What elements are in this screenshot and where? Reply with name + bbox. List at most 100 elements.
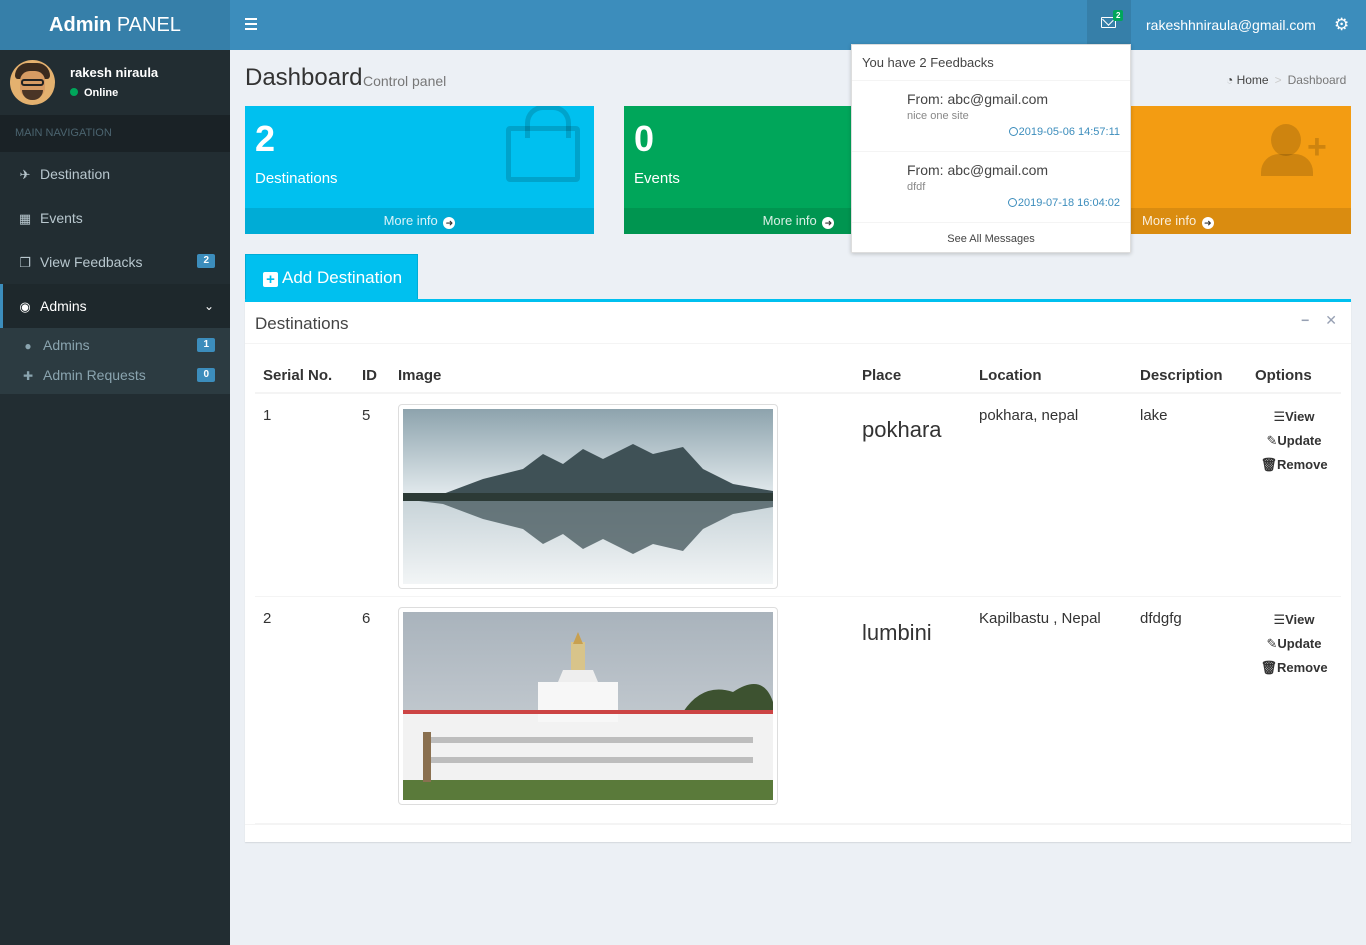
user-plus-icon: + [1261, 124, 1329, 184]
list-icon: ☰ [1273, 409, 1286, 424]
stat-value: 0 [634, 118, 655, 159]
row-options: ☰View ✎Update 🗑Remove [1255, 608, 1333, 680]
cell-id: 5 [354, 393, 390, 597]
feedback-message[interactable]: From: abc@gmail.com dfdf 2019-07-18 16:0… [852, 152, 1130, 223]
sidebar: rakesh niraula Online MAIN NAVIGATION ✈ D… [0, 50, 230, 945]
column-header: Description [1132, 359, 1247, 394]
stat-label: Destinations [255, 170, 338, 187]
destinations-table: Serial No. ID Image Place Location Descr… [255, 359, 1341, 824]
online-dot-icon [70, 88, 78, 96]
clock-icon [1008, 127, 1018, 136]
message-body: dfdf [907, 181, 926, 193]
admins-count-badge: 1 [197, 338, 215, 352]
dashboard-icon: ◔ [1226, 73, 1234, 87]
user-email-menu[interactable]: rakeshhniraula@gmail.com [1146, 0, 1316, 50]
dropdown-header: You have 2 Feedbacks [852, 45, 1130, 81]
update-link[interactable]: ✎Update [1255, 632, 1333, 656]
edit-icon: ✎ [1266, 433, 1278, 448]
plane-icon: ✈ [19, 167, 31, 182]
destination-image [398, 404, 778, 589]
row-options: ☰View ✎Update 🗑Remove [1255, 405, 1333, 477]
trash-icon: 🗑 [1260, 457, 1277, 472]
close-icon[interactable]: ✕ [1325, 312, 1337, 328]
destination-image [398, 606, 778, 805]
update-link[interactable]: ✎Update [1255, 429, 1333, 453]
add-destination-button[interactable]: + Add Destination [245, 254, 418, 300]
cell-serial: 1 [255, 393, 354, 597]
cell-id: 6 [354, 596, 390, 824]
see-all-messages-link[interactable]: See All Messages [852, 223, 1130, 255]
sidebar-subitem-admin-requests[interactable]: ✚ Admin Requests 0 [0, 360, 230, 390]
cell-place: lumbini [862, 619, 932, 645]
user-status: Online [70, 87, 118, 99]
copy-icon: ❐ [19, 255, 31, 270]
collapse-icon[interactable]: − [1301, 312, 1309, 328]
page-title: Dashboard [245, 64, 363, 91]
remove-link[interactable]: 🗑Remove [1255, 656, 1333, 680]
destinations-stat-box: 2 Destinations More info ➜ [245, 106, 594, 234]
message-time: 2019-05-06 14:57:11 [1008, 126, 1120, 138]
breadcrumb-home[interactable]: Home [1237, 73, 1269, 87]
feedbacks-count-badge: 2 [197, 254, 215, 268]
message-time: 2019-07-18 16:04:02 [1007, 197, 1120, 209]
box-title: Destinations [255, 314, 349, 333]
stat-label: Events [634, 170, 680, 187]
sidebar-subitem-admins[interactable]: ● Admins 1 [0, 330, 230, 360]
gears-icon[interactable]: ⚙ [1334, 15, 1349, 35]
admins-submenu: ● Admins 1 ✚ Admin Requests 0 [0, 328, 230, 394]
sidebar-item-admins[interactable]: ◉ Admins ⌄ [0, 284, 230, 328]
view-link[interactable]: ☰View [1255, 405, 1333, 429]
edit-icon: ✎ [1266, 635, 1278, 651]
column-header: Location [971, 359, 1132, 394]
top-navbar: 2 rakeshhniraula@gmail.com ⚙ [230, 0, 1366, 50]
breadcrumb: ◔ Home > Dashboard [1226, 73, 1347, 87]
arrow-circle-right-icon: ➜ [1201, 217, 1214, 229]
sidebar-toggle-icon[interactable] [242, 15, 260, 35]
mail-count-badge: 2 [1113, 10, 1124, 21]
feedback-message[interactable]: From: abc@gmail.com nice one site 2019-0… [852, 81, 1130, 152]
box-tools: − ✕ [1285, 312, 1337, 329]
stat-value: 2 [255, 118, 276, 159]
cell-location: pokhara, nepal [971, 393, 1132, 597]
column-header: ID [354, 359, 390, 394]
column-header: Options [1247, 359, 1341, 394]
calendar-icon: ▦ [18, 211, 32, 226]
arrow-circle-right-icon: ➜ [443, 217, 456, 229]
list-icon: ☰ [1273, 611, 1286, 627]
sidebar-item-events[interactable]: ▦ Events [0, 196, 230, 240]
message-body: nice one site [907, 110, 969, 122]
clock-icon [1007, 198, 1017, 207]
user-name: rakesh niraula [70, 65, 159, 80]
cell-description: lake [1132, 393, 1247, 597]
cell-place: pokhara [862, 417, 942, 442]
view-link[interactable]: ☰View [1255, 608, 1333, 632]
user-icon: ● [24, 339, 32, 353]
remove-link[interactable]: 🗑Remove [1255, 453, 1333, 477]
message-from: From: abc@gmail.com [907, 162, 1049, 178]
admin-requests-count-badge: 0 [197, 368, 215, 382]
logo[interactable]: Admin PANEL [0, 0, 230, 50]
plus-square-icon: + [263, 272, 278, 287]
user-panel: rakesh niraula Online [0, 50, 230, 115]
user-circle-icon: ◉ [19, 299, 31, 314]
nav-header: MAIN NAVIGATION [0, 115, 230, 152]
cell-location: Kapilbastu , Nepal [971, 596, 1132, 824]
user-plus-icon: ✚ [22, 369, 34, 383]
column-header: Image [390, 359, 854, 394]
cell-description: dfdgfg [1132, 596, 1247, 824]
arrow-circle-right-icon: ➜ [822, 217, 835, 229]
page-subtitle: Control panel [363, 73, 447, 89]
trash-icon: 🗑 [1260, 659, 1277, 675]
sidebar-item-view-feedbacks[interactable]: ❐ View Feedbacks 2 [0, 240, 230, 284]
more-info-link[interactable]: More info ➜ [245, 208, 594, 234]
shopping-bag-icon [506, 106, 580, 182]
destinations-box: Destinations − ✕ Serial No. ID Image Plac… [245, 299, 1351, 842]
sidebar-item-destination[interactable]: ✈ Destination [0, 152, 230, 196]
chevron-down-icon: ⌄ [203, 299, 214, 313]
avatar [10, 60, 55, 105]
table-row: 2 6 lumbini Kapilbastu , Nepal dfdgfg ☰V… [255, 596, 1341, 824]
cell-serial: 2 [255, 596, 354, 824]
feedback-mail-button[interactable]: 2 [1087, 0, 1131, 50]
column-header: Serial No. [255, 359, 354, 394]
message-from: From: abc@gmail.com [907, 91, 1049, 107]
